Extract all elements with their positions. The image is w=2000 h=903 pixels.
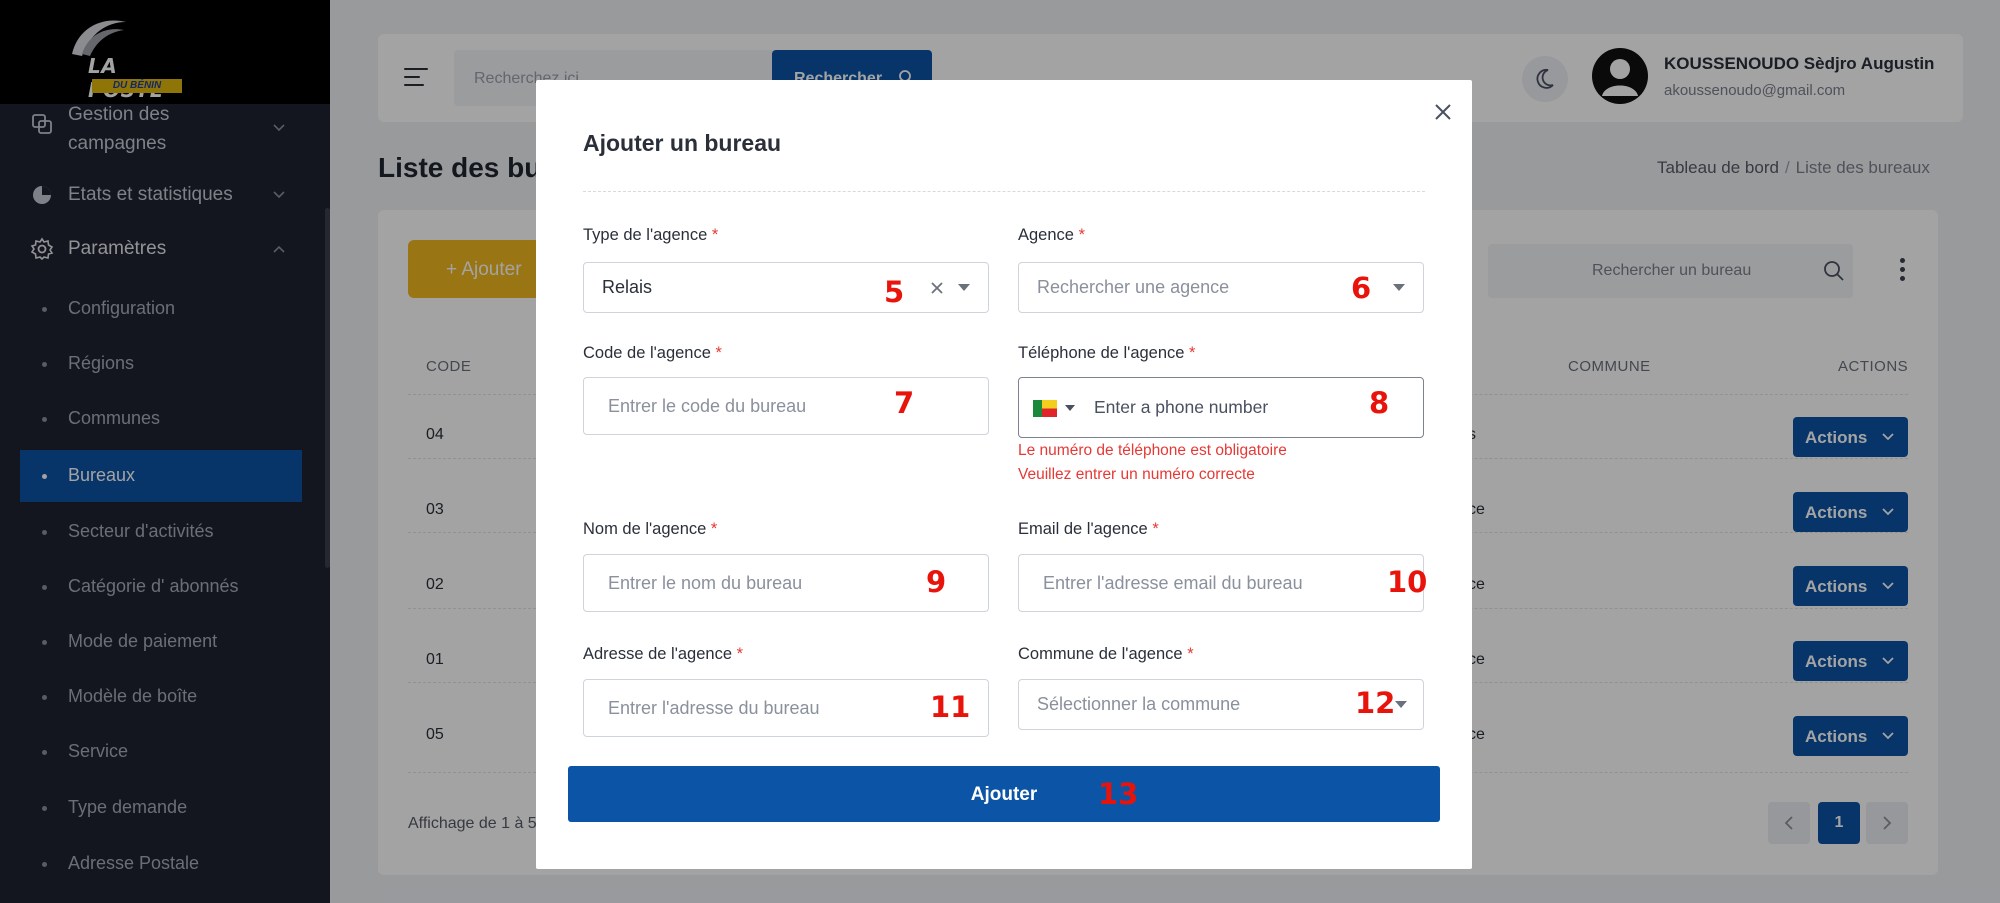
benin-flag-icon[interactable] — [1033, 400, 1057, 417]
annotation-marker: 10 — [1387, 565, 1428, 599]
annotation-marker: 9 — [926, 565, 947, 599]
annotation-marker: 5 — [884, 275, 905, 309]
caret-down-icon — [958, 284, 970, 291]
modal-divider — [583, 191, 1425, 192]
ajouter-submit-button[interactable]: Ajouter 13 — [568, 766, 1440, 822]
email-agence-input[interactable]: Entrer l'adresse email du bureau 10 — [1018, 554, 1428, 612]
type-agence-select[interactable]: Relais 5 — [583, 262, 989, 313]
nom-agence-label: Nom de l'agence * — [583, 520, 718, 538]
code-agence-label: Code de l'agence * — [583, 344, 722, 362]
adresse-agence-label: Adresse de l'agence * — [583, 645, 744, 663]
phone-invalid-error: Veuillez entrer un numéro correcte — [1018, 466, 1255, 483]
nom-agence-input[interactable]: Entrer le nom du bureau 9 — [583, 554, 989, 612]
modal-title: Ajouter un bureau — [583, 130, 782, 156]
agence-label: Agence * — [1018, 226, 1085, 244]
add-bureau-modal: Ajouter un bureau Type de l'agence * Rel… — [536, 80, 1472, 869]
caret-down-icon — [1393, 284, 1405, 291]
close-icon[interactable] — [1431, 100, 1455, 124]
commune-agence-select[interactable]: Sélectionner la commune 12 — [1018, 679, 1424, 730]
caret-down-icon[interactable] — [1065, 405, 1075, 412]
clear-icon[interactable] — [930, 281, 944, 295]
phone-required-error: Le numéro de téléphone est obligatoire — [1018, 442, 1287, 459]
agence-select[interactable]: Rechercher une agence 6 — [1018, 262, 1424, 313]
annotation-marker: 7 — [894, 386, 915, 420]
email-agence-label: Email de l'agence * — [1018, 520, 1159, 538]
annotation-marker: 6 — [1351, 271, 1372, 305]
annotation-marker: 11 — [930, 690, 971, 724]
telephone-agence-label: Téléphone de l'agence * — [1018, 344, 1196, 362]
type-agence-label: Type de l'agence * — [583, 226, 719, 244]
annotation-marker: 13 — [1098, 777, 1139, 811]
annotation-marker: 12 — [1355, 686, 1396, 720]
commune-agence-label: Commune de l'agence * — [1018, 645, 1194, 663]
telephone-agence-input[interactable]: Enter a phone number 8 — [1018, 377, 1424, 438]
code-agence-input[interactable]: Entrer le code du bureau 7 — [583, 377, 989, 435]
caret-down-icon — [1395, 701, 1407, 708]
adresse-agence-input[interactable]: Entrer l'adresse du bureau 11 — [583, 679, 989, 737]
annotation-marker: 8 — [1369, 386, 1390, 420]
